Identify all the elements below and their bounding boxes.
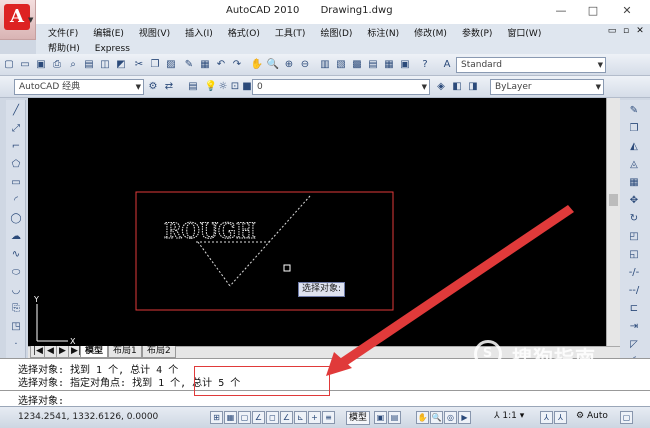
watermark-url: zhinan.sogou.com xyxy=(492,368,582,378)
sogou-logo-icon: S xyxy=(474,340,502,368)
autocad-window: AutoCAD 2010 Drawing1.dwg — □ ✕ A ▼ 文件(F… xyxy=(0,0,650,428)
watermark-text: 搜狗指南 xyxy=(512,346,596,370)
